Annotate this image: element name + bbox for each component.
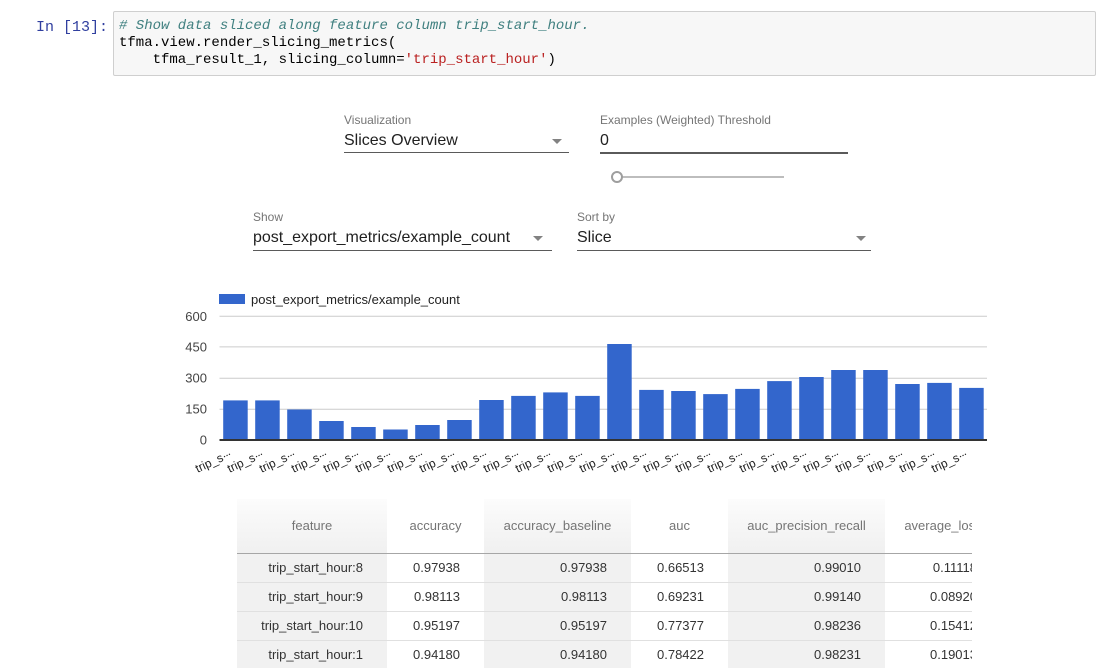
svg-text:300: 300 (185, 371, 207, 386)
svg-text:trip_s···: trip_s··· (929, 447, 969, 476)
svg-text:post_export_metrics/example_co: post_export_metrics/example_count (251, 292, 460, 307)
svg-text:450: 450 (185, 339, 207, 354)
svg-text:0: 0 (200, 433, 207, 448)
svg-text:600: 600 (185, 309, 207, 324)
svg-text:150: 150 (185, 402, 207, 417)
